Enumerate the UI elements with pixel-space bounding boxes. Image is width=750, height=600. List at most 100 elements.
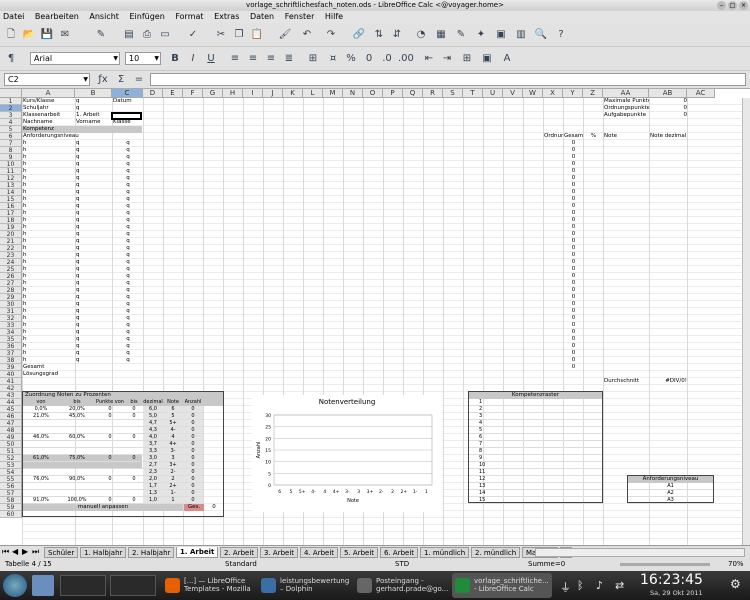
font-name-combo[interactable]: Arial ▼ (30, 52, 120, 65)
column-header-s[interactable]: S (443, 89, 463, 98)
new-document-icon[interactable]: 🗋 (4, 28, 18, 42)
row-header-10[interactable]: 10 (0, 161, 22, 168)
cell-a39[interactable]: Gesamt (22, 364, 75, 371)
sheet-tab[interactable]: 1. Halbjahr (80, 547, 127, 558)
print-icon[interactable]: ⎙ (140, 28, 154, 42)
sheet-tab[interactable]: 2. mündlich (471, 547, 521, 558)
grade-cell[interactable]: 45,0% (59, 413, 95, 420)
menu-hilfe[interactable]: Hilfe (325, 12, 343, 21)
spellcheck-icon[interactable]: ✓ (186, 28, 200, 42)
column-header-c[interactable]: C (112, 89, 143, 98)
grade-cell[interactable]: 0 (183, 490, 203, 497)
sheet-tab[interactable]: 2. Halbjahr (128, 547, 175, 558)
row-header-11[interactable]: 11 (0, 168, 22, 175)
grade-cell[interactable]: 0 (125, 406, 143, 413)
row-header-47[interactable]: 47 (0, 420, 22, 427)
cell-gesamt[interactable]: 0 (563, 168, 583, 175)
cell-gesamt[interactable]: 0 (563, 301, 583, 308)
cell-klasse[interactable]: q (112, 154, 143, 161)
add-decimal-icon[interactable]: .0 (380, 52, 394, 66)
row-header-24[interactable]: 24 (0, 259, 22, 266)
grade-cell[interactable] (59, 469, 95, 476)
cell-vorname[interactable]: q (75, 266, 112, 273)
show-draw-icon[interactable]: ✎ (454, 28, 468, 42)
taskbar-task[interactable]: vorlage_schriftliche... - LibreOffice Ca… (452, 573, 552, 598)
cell-klasse[interactable]: q (112, 147, 143, 154)
cell-nachname[interactable]: h (22, 182, 75, 189)
cell-gesamt[interactable]: 0 (563, 273, 583, 280)
grade-cell[interactable]: 4,3 (143, 427, 163, 434)
paste-icon[interactable]: 📋 (250, 28, 264, 42)
grade-cell[interactable] (59, 427, 95, 434)
row-header-48[interactable]: 48 (0, 427, 22, 434)
cell-nachname[interactable]: h (22, 343, 75, 350)
column-header-d[interactable]: D (143, 89, 163, 98)
bluetooth-icon[interactable]: ᛒ (577, 579, 584, 592)
cell-gesamt[interactable]: 0 (563, 350, 583, 357)
grade-cell[interactable]: 20,0% (59, 406, 95, 413)
cell-nachname[interactable]: h (22, 315, 75, 322)
grade-cell[interactable]: 3,0 (143, 455, 163, 462)
cell-nachname[interactable]: h (22, 350, 75, 357)
taskbar-task[interactable]: [...] — LibreOffice Templates - Mozilla (162, 573, 254, 598)
column-header-e[interactable]: E (163, 89, 183, 98)
cell-b3[interactable]: 1. Arbeit (75, 112, 112, 119)
cell-klasse[interactable]: q (112, 343, 143, 350)
cell-nachname[interactable]: h (22, 140, 75, 147)
sort-descending-icon[interactable]: ⇵ (390, 28, 404, 42)
cell-gesamt[interactable]: 0 (563, 154, 583, 161)
menu-ansicht[interactable]: Ansicht (89, 12, 119, 21)
grade-cell[interactable]: 0 (183, 455, 203, 462)
usb-icon[interactable]: ⏚ (560, 579, 571, 595)
cell-aa41[interactable]: Durchschnitt (603, 378, 649, 385)
copy-icon[interactable]: ❐ (232, 28, 246, 42)
row-header-6[interactable]: 6 (0, 133, 22, 140)
column-header-t[interactable]: T (463, 89, 483, 98)
cell-klasse[interactable]: q (112, 182, 143, 189)
cell-aa2[interactable]: Ordnungspunkte (603, 105, 649, 112)
cell-a5[interactable]: Kompetenz (22, 126, 75, 133)
column-header-y[interactable]: Y (563, 89, 583, 98)
cell-gesamt[interactable]: 0 (563, 329, 583, 336)
cell-a40[interactable]: Lösungsgrad (22, 371, 75, 378)
cell-nachname[interactable]: h (22, 357, 75, 364)
menu-datei[interactable]: Datei (3, 12, 24, 21)
grade-cell[interactable]: 0 (183, 483, 203, 490)
grade-cell[interactable] (125, 490, 143, 497)
cell-klasse[interactable]: q (112, 280, 143, 287)
cell-vorname[interactable]: q (75, 161, 112, 168)
grade-cell[interactable] (125, 483, 143, 490)
grade-cell[interactable]: 3,3 (143, 448, 163, 455)
row-header-50[interactable]: 50 (0, 441, 22, 448)
menu-fenster[interactable]: Fenster (285, 12, 315, 21)
cell-klasse[interactable]: q (112, 224, 143, 231)
row-header-55[interactable]: 55 (0, 476, 22, 483)
redo-icon[interactable]: ↷ (324, 28, 338, 42)
menu-einfuegen[interactable]: Einfügen (129, 12, 164, 21)
cell-gesamt[interactable]: 0 (563, 315, 583, 322)
cell-a1[interactable]: Kurs/Klasse (22, 98, 75, 105)
row-header-17[interactable]: 17 (0, 210, 22, 217)
row-header-19[interactable]: 19 (0, 224, 22, 231)
cell-vorname[interactable]: q (75, 182, 112, 189)
grade-cell[interactable] (23, 420, 59, 427)
grade-cell[interactable]: 3,7 (143, 441, 163, 448)
kompetenz-row[interactable]: 4 (469, 420, 602, 427)
grade-cell[interactable] (125, 420, 143, 427)
volume-icon[interactable]: ♪ (596, 579, 603, 592)
row-header-34[interactable]: 34 (0, 329, 22, 336)
help-icon[interactable]: ? (554, 28, 568, 42)
grade-cell[interactable]: 0 (183, 420, 203, 427)
row-header-53[interactable]: 53 (0, 462, 22, 469)
grade-cell[interactable]: 0 (183, 462, 203, 469)
align-right-icon[interactable]: ≡ (264, 52, 278, 66)
menu-daten[interactable]: Daten (250, 12, 274, 21)
grade-cell[interactable]: 21,0% (23, 413, 59, 420)
maximize-button[interactable]: □ (728, 1, 737, 10)
cell-nachname[interactable]: h (22, 189, 75, 196)
kompetenz-row[interactable]: 5 (469, 427, 602, 434)
cell-klasse[interactable]: q (112, 196, 143, 203)
input-line[interactable] (150, 73, 746, 86)
column-header-k[interactable]: K (283, 89, 303, 98)
cell-vorname[interactable]: q (75, 140, 112, 147)
